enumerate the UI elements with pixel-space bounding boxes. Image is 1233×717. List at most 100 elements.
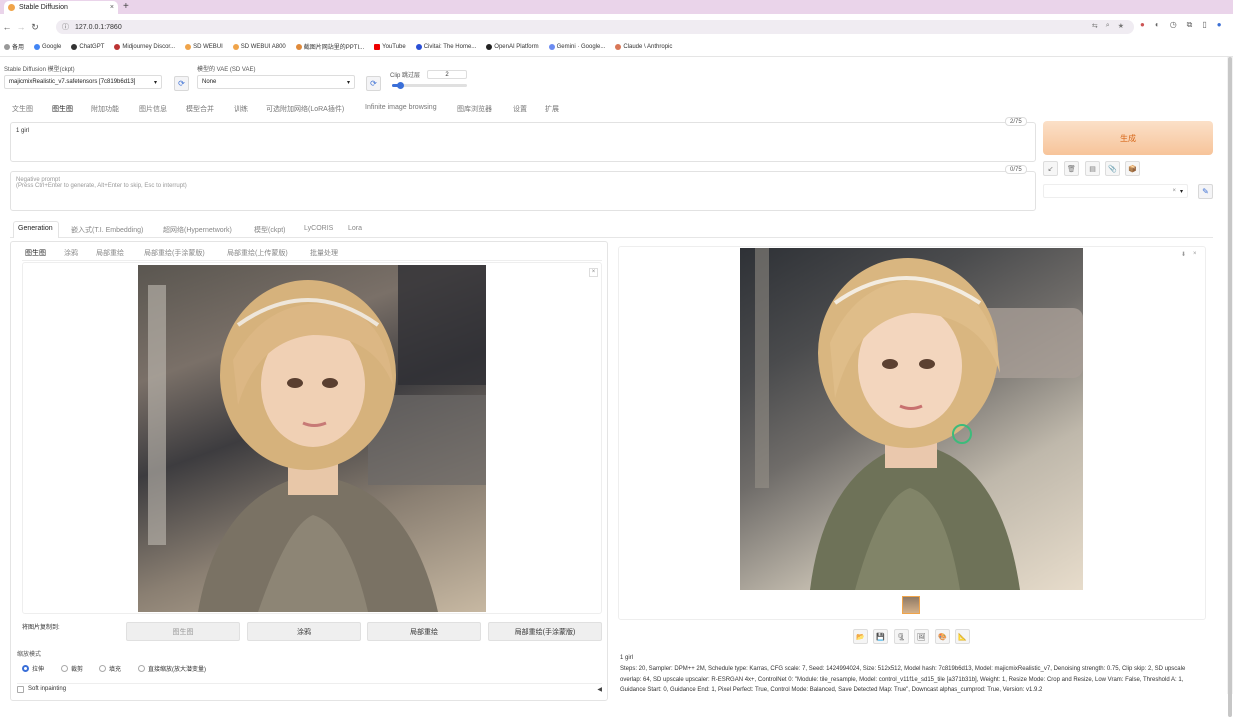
send-to-inpaint-button[interactable]: 🎨 xyxy=(935,629,950,644)
bookmark-item[interactable]: Gemini · Google... xyxy=(548,43,605,50)
close-tab-icon[interactable]: × xyxy=(110,4,114,11)
tab-png-info[interactable]: 图片信息 xyxy=(139,104,167,114)
folder-icon: 📂 xyxy=(856,633,865,641)
bookmark-item[interactable]: OpenAI Platform xyxy=(486,43,539,50)
midjourney-icon xyxy=(114,43,121,50)
send-to-img2img-button[interactable]: 🖼 xyxy=(914,629,929,644)
tab-lycoris[interactable]: LyCORIS xyxy=(304,225,333,232)
tab-batch[interactable]: 批量处理 xyxy=(310,248,338,258)
tab-checkpoint[interactable]: 模型(ckpt) xyxy=(254,225,286,235)
clip-slider-track[interactable] xyxy=(392,82,467,89)
soft-inpainting-accordion[interactable]: Soft inpainting ◀ xyxy=(17,683,602,694)
bookmark-item[interactable]: Civitai: The Home... xyxy=(415,43,476,50)
vae-select[interactable]: None ▾ xyxy=(197,75,355,89)
tab-image-browsing[interactable]: Infinite image browsing xyxy=(365,104,437,111)
save-button[interactable]: 💾 xyxy=(873,629,888,644)
tab-lora-models[interactable]: Lora xyxy=(348,225,362,232)
prompt-input[interactable]: 1 girl xyxy=(10,122,1036,162)
radio-resize-fill[interactable]: 填充 xyxy=(99,664,121,673)
output-thumbnail[interactable] xyxy=(902,596,920,614)
tab-lora[interactable]: 可选附加网络(LoRA插件) xyxy=(266,104,344,114)
browser-tab[interactable]: Stable Diffusion × xyxy=(4,1,118,14)
site-info-icon[interactable]: ⓘ xyxy=(62,22,69,32)
styles-button[interactable]: ▤ xyxy=(1085,161,1100,176)
bookmark-item[interactable]: Google xyxy=(34,43,61,50)
extension-icon[interactable]: ◐ xyxy=(1155,20,1160,30)
extensions-puzzle-icon[interactable]: ⧉ xyxy=(1187,20,1193,30)
tab-txt2img[interactable]: 文生图 xyxy=(12,104,33,114)
tab-gallery[interactable]: 图库浏览器 xyxy=(457,104,492,114)
remove-image-icon[interactable]: × xyxy=(589,268,598,277)
read-params-button[interactable]: ↙ xyxy=(1043,161,1058,176)
bookmark-item[interactable]: Midjourney Discor... xyxy=(114,43,175,50)
tab-extras[interactable]: 附加功能 xyxy=(91,104,119,114)
copy-to-sketch-button[interactable]: 涂鸦 xyxy=(247,622,361,641)
bookmark-item[interactable]: YouTube xyxy=(374,43,406,50)
bookmark-star-icon[interactable]: ★ xyxy=(1118,22,1124,30)
reload-icon[interactable]: ↻ xyxy=(28,22,42,33)
radio-label: 直接缩放(放大潜变量) xyxy=(148,667,206,673)
zip-button[interactable]: 🗜 xyxy=(894,629,909,644)
download-icon[interactable]: ⬇ xyxy=(1181,251,1186,258)
tab-embedding[interactable]: 嵌入式(T.I. Embedding) xyxy=(71,225,143,235)
generation-info-params-1: Steps: 20, Sampler: DPM++ 2M, Schedule t… xyxy=(620,666,1186,672)
history-icon[interactable]: ◷ xyxy=(1170,20,1177,30)
close-icon[interactable]: × xyxy=(1193,251,1197,257)
tab-img2img[interactable]: 图生图 xyxy=(52,104,73,114)
forward-icon[interactable]: → xyxy=(14,22,28,32)
tab-settings[interactable]: 设置 xyxy=(513,104,527,114)
radio-resize-crop[interactable]: 裁剪 xyxy=(61,664,83,673)
extension-icon[interactable]: ● xyxy=(1140,20,1145,30)
clip-value-input[interactable]: 2 xyxy=(427,70,467,79)
refresh-model-button[interactable]: ⟳ xyxy=(174,76,189,91)
sidepanel-icon[interactable]: ▯ xyxy=(1202,20,1206,30)
tab-sketch[interactable]: 涂鸦 xyxy=(64,248,78,258)
copy-to-inpaint-sketch-button[interactable]: 局部重绘(手涂蒙版) xyxy=(488,622,602,641)
soft-inpainting-label: Soft inpainting xyxy=(28,686,67,692)
negative-prompt-input[interactable]: Negative prompt (Press Ctrl+Enter to gen… xyxy=(10,171,1036,211)
radio-label: 裁剪 xyxy=(71,667,84,673)
model-select[interactable]: majicmixRealistic_v7.safetensors [7c819b… xyxy=(4,75,162,89)
extra-networks-button[interactable]: 📎 xyxy=(1105,161,1120,176)
edit-styles-button[interactable]: ✎ xyxy=(1198,184,1213,199)
refresh-vae-button[interactable]: ⟳ xyxy=(366,76,381,91)
new-tab-button[interactable]: + xyxy=(123,1,129,12)
copy-to-img2img-button[interactable]: 图生图 xyxy=(126,622,240,641)
back-icon[interactable]: ← xyxy=(0,22,14,32)
url-bar[interactable]: ⓘ 127.0.0.1:7860 ⇆ ⌕ ★ xyxy=(56,20,1134,34)
clear-prompt-button[interactable]: 🗑 xyxy=(1064,161,1079,176)
tab-hypernetwork[interactable]: 超网络(Hypernetwork) xyxy=(163,225,232,235)
tab-inpaint[interactable]: 局部重绘 xyxy=(96,248,124,258)
open-folder-button[interactable]: 📂 xyxy=(853,629,868,644)
radio-resize-latent[interactable]: 直接缩放(放大潜变量) xyxy=(138,664,206,673)
clip-slider-handle[interactable] xyxy=(396,82,404,89)
bookmark-item[interactable]: Claude \ Anthropic xyxy=(615,43,672,50)
translate-icon[interactable]: ⇆ xyxy=(1092,22,1098,30)
address-row: ← → ↻ ⓘ 127.0.0.1:7860 ⇆ ⌕ ★ xyxy=(0,19,1233,35)
scrollbar-thumb[interactable] xyxy=(1228,57,1232,717)
bookmark-item[interactable]: ChatGPT xyxy=(71,43,104,50)
radio-resize-stretch[interactable]: 拉伸 xyxy=(22,664,44,673)
styles-select[interactable]: × ▾ xyxy=(1043,184,1188,198)
bookmark-item[interactable]: SD WEBUI A800 xyxy=(232,43,286,50)
tab-inpaint-sketch[interactable]: 局部重绘(手涂蒙版) xyxy=(144,248,205,258)
tab-train[interactable]: 训练 xyxy=(234,104,248,114)
tab-img2img-sub[interactable]: 图生图 xyxy=(25,248,46,258)
generate-button[interactable]: 生成 xyxy=(1043,121,1213,155)
clear-icon[interactable]: × xyxy=(1172,188,1176,194)
tab-generation[interactable]: Generation xyxy=(18,225,53,232)
tab-inpaint-upload[interactable]: 局部重绘(上传蒙版) xyxy=(227,248,288,258)
tab-merge[interactable]: 模型合并 xyxy=(186,104,214,114)
send-to-extras-button[interactable]: 📐 xyxy=(955,629,970,644)
bookmark-item[interactable]: 截图片网站里的PPTI... xyxy=(295,42,364,51)
zoom-icon[interactable]: ⌕ xyxy=(1106,22,1110,30)
page-scrollbar[interactable] xyxy=(1227,57,1233,717)
checkbox[interactable] xyxy=(17,685,24,693)
copy-to-inpaint-button[interactable]: 局部重绘 xyxy=(367,622,481,641)
tab-extensions[interactable]: 扩展 xyxy=(545,104,559,114)
bookmark-item[interactable]: SD WEBUI xyxy=(185,43,223,50)
profile-avatar-icon[interactable]: ● xyxy=(1217,20,1222,30)
package-button[interactable]: 📦 xyxy=(1125,161,1140,176)
output-image[interactable] xyxy=(740,248,1083,590)
bookmark-item[interactable]: 备用 xyxy=(4,42,24,51)
